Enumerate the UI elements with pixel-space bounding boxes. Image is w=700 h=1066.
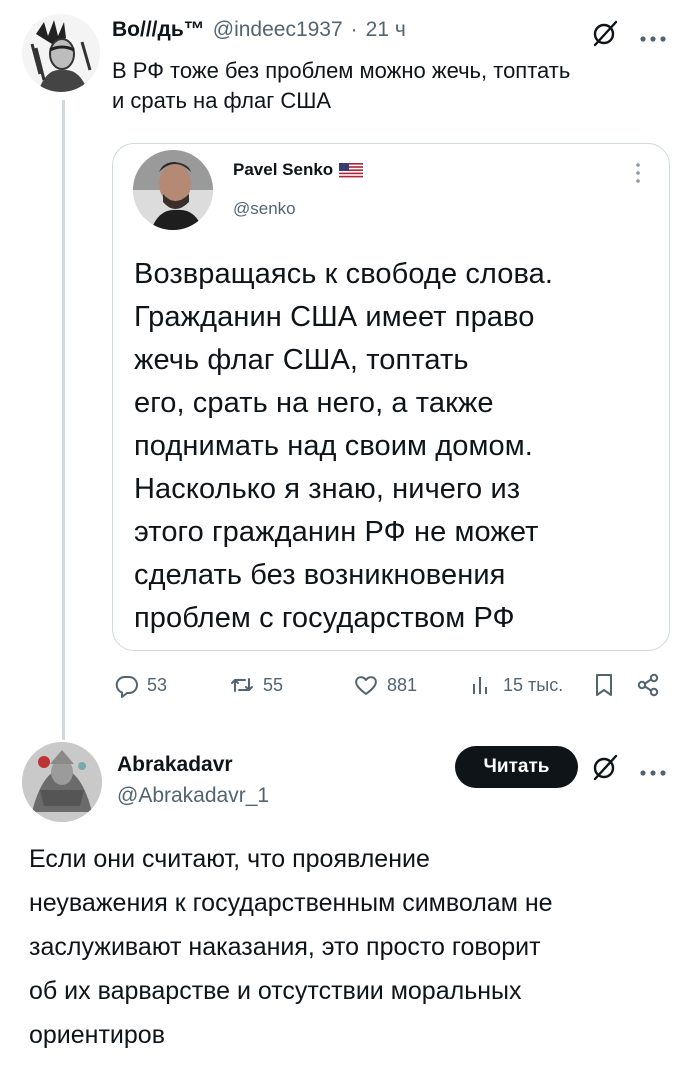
quote-author-avatar[interactable] (133, 150, 213, 230)
quote-body-line: Насколько я знаю, ничего из (134, 473, 521, 505)
reply-author-name[interactable]: Abrakadavr (117, 753, 233, 777)
tweet-text-line: В РФ тоже без проблем можно жечь, топтат… (112, 58, 571, 83)
quote-body-line: Гражданин США имеет право (134, 301, 535, 333)
like-icon (355, 676, 377, 695)
slashed-circle-icon (593, 20, 618, 47)
thread-line (62, 100, 65, 740)
vertical-dots-icon[interactable] (634, 162, 642, 184)
like-count: 881 (387, 674, 418, 695)
quote-author-handle[interactable]: @senko (233, 199, 296, 219)
reply-more-dots-icon[interactable] (638, 764, 668, 776)
reply-button[interactable]: 53 (113, 672, 167, 698)
grok-icon[interactable] (590, 18, 620, 48)
quote-body-line: жечь флаг США, топтать (134, 344, 469, 376)
bookmark-button[interactable] (591, 672, 617, 698)
reply-avatar-illustration (22, 742, 102, 822)
reply-count: 53 (147, 674, 168, 695)
header-separator: · (350, 18, 358, 41)
tweet-actions-bar: 53 55 881 15 тыс. (113, 672, 673, 706)
reply-text-line: Если они считают, что проявление (29, 845, 430, 873)
reply-text-line: ориентиров (29, 1021, 165, 1049)
tweet-time[interactable]: 21 ч (366, 18, 406, 42)
quote-body-line: проблем с государством РФ (134, 602, 515, 634)
like-button[interactable]: 881 (353, 672, 417, 698)
views-count: 15 тыс. (503, 674, 564, 695)
quote-avatar-photo (133, 150, 213, 230)
reply-icon (115, 676, 138, 698)
views-button[interactable]: 15 тыс. (469, 672, 563, 698)
reply-author-avatar[interactable] (22, 742, 102, 822)
us-flag-icon (339, 162, 364, 178)
quote-body-line: поднимать над своим домом. (134, 430, 533, 462)
quote-header: Pavel Senko (233, 160, 364, 180)
retweet-count: 55 (263, 674, 284, 695)
retweet-icon (231, 678, 253, 692)
author-avatar[interactable] (22, 14, 100, 92)
tweet-header: Во///дь™ @indeec1937 · 21 ч (112, 18, 406, 48)
retweet-button[interactable]: 55 (229, 672, 283, 698)
reply-author-handle[interactable]: @Abrakadavr_1 (117, 784, 269, 808)
author-name[interactable]: Во///дь™ (112, 18, 205, 42)
quote-body-line: его, срать на него, а также (134, 387, 494, 419)
author-avatar-illustration (22, 14, 100, 92)
quote-author-name[interactable]: Pavel Senko (233, 160, 333, 180)
bookmark-icon (596, 674, 612, 696)
views-icon (473, 677, 487, 694)
quote-body-line: сделать без возникновения (134, 559, 506, 591)
reply-text-line: неуважения к государственным символам не (29, 889, 553, 917)
share-button[interactable] (635, 672, 661, 698)
reply-text: Если они считают, что проявление неуваже… (29, 837, 689, 1057)
quote-body: Возвращаясь к свободе слова. Гражданин С… (134, 253, 654, 640)
more-dots-icon[interactable] (638, 30, 668, 42)
share-icon (637, 673, 659, 697)
quote-body-line: этого гражданин РФ не может (134, 516, 539, 548)
reply-grok-icon[interactable] (590, 752, 620, 782)
author-handle[interactable]: @indeec1937 (213, 18, 343, 42)
tweet-text: В РФ тоже без проблем можно жечь, топтат… (112, 56, 672, 116)
follow-button[interactable]: Читать (455, 746, 578, 788)
slashed-circle-icon (593, 754, 618, 781)
quote-body-line: Возвращаясь к свободе слова. (134, 258, 554, 290)
tweet-text-line: и срать на флаг США (112, 88, 332, 113)
reply-text-line: заслуживают наказания, это просто говори… (29, 933, 541, 961)
reply-text-line: об их варварстве и отсутствии моральных (29, 977, 522, 1005)
